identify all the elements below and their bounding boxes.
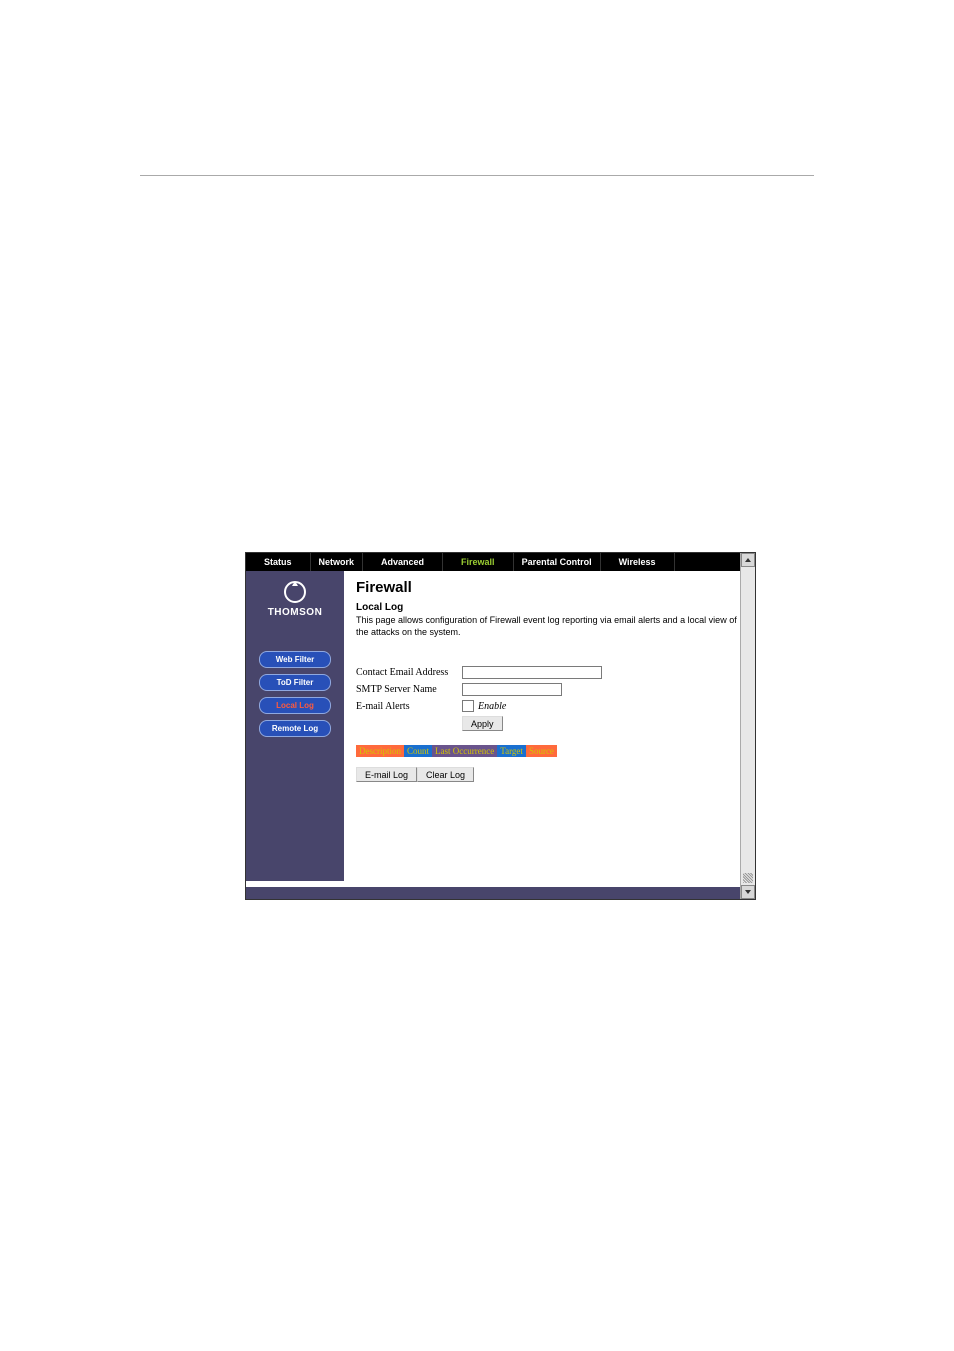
sidebar-item-remote-log[interactable]: Remote Log [259, 720, 331, 737]
email-log-button[interactable]: E-mail Log [356, 767, 417, 782]
label-enable: Enable [478, 701, 506, 712]
brand-logo: THOMSON [268, 581, 323, 618]
input-smtp[interactable] [462, 683, 562, 696]
clear-log-button[interactable]: Clear Log [417, 767, 474, 782]
bottom-bar [246, 887, 755, 899]
tab-firewall[interactable]: Firewall [443, 553, 514, 571]
th-source: Source [526, 745, 557, 757]
brand-text: THOMSON [268, 607, 323, 618]
page-description: This page allows configuration of Firewa… [356, 615, 743, 638]
top-nav: Status Network Advanced Firewall Parenta… [246, 553, 755, 571]
label-contact-email: Contact Email Address [356, 667, 462, 678]
sidebar-item-local-log[interactable]: Local Log [259, 697, 331, 714]
th-description: Description [356, 745, 404, 757]
th-last-occurrence: Last Occurrence [432, 745, 497, 757]
router-admin-window: Status Network Advanced Firewall Parenta… [245, 552, 756, 900]
label-smtp: SMTP Server Name [356, 684, 462, 695]
vertical-scrollbar[interactable] [740, 553, 755, 899]
resize-grip-icon [743, 873, 753, 883]
page-title: Firewall [356, 579, 743, 596]
log-table: Description Count Last Occurrence Target… [356, 745, 557, 757]
th-count: Count [404, 745, 432, 757]
content-pane: Firewall Local Log This page allows conf… [344, 571, 755, 881]
scroll-up-arrow-icon[interactable] [741, 553, 755, 567]
scroll-down-arrow-icon[interactable] [741, 885, 755, 899]
apply-row: Apply [462, 716, 743, 731]
sidebar-item-tod-filter[interactable]: ToD Filter [259, 674, 331, 691]
sidebar-item-web-filter[interactable]: Web Filter [259, 651, 331, 668]
row-email-alerts: E-mail Alerts Enable [356, 700, 743, 712]
row-contact-email: Contact Email Address [356, 666, 743, 679]
apply-button[interactable]: Apply [462, 716, 503, 731]
sidebar: THOMSON Web Filter ToD Filter Local Log … [246, 571, 344, 881]
tab-network[interactable]: Network [311, 553, 364, 571]
log-buttons: E-mail Log Clear Log [356, 767, 743, 782]
tab-advanced[interactable]: Advanced [363, 553, 443, 571]
th-target: Target [497, 745, 526, 757]
main-area: THOMSON Web Filter ToD Filter Local Log … [246, 571, 755, 881]
input-contact-email[interactable] [462, 666, 602, 679]
row-smtp: SMTP Server Name [356, 683, 743, 696]
tab-wireless[interactable]: Wireless [601, 553, 675, 571]
tab-status[interactable]: Status [246, 553, 311, 571]
tab-parental-control[interactable]: Parental Control [514, 553, 601, 571]
page-subtitle: Local Log [356, 602, 743, 613]
brand-icon [284, 581, 306, 603]
page-divider [140, 175, 814, 176]
label-email-alerts: E-mail Alerts [356, 701, 462, 712]
checkbox-enable-alerts[interactable] [462, 700, 474, 712]
